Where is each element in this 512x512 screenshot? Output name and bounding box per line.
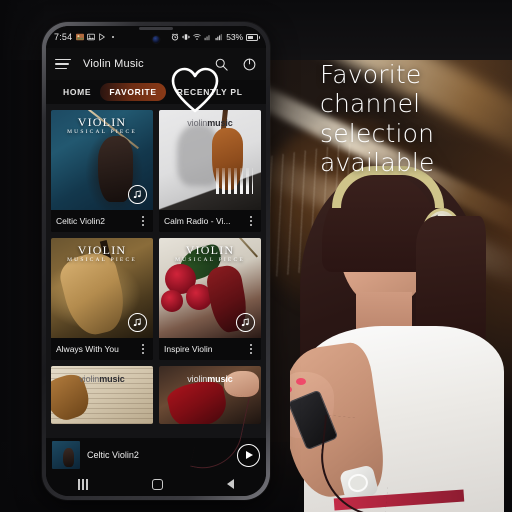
- card-title-row: Inspire Violin: [159, 338, 261, 360]
- tab-home[interactable]: HOME: [54, 83, 100, 101]
- card-partial-sheet-music[interactable]: violinmusic: [51, 366, 153, 424]
- card-artwork: VIOLIN MUSICAL PIECE: [51, 238, 153, 338]
- card-overflow-menu-icon[interactable]: [246, 216, 256, 226]
- alarm-icon: [172, 33, 179, 41]
- recents-icon[interactable]: [78, 478, 88, 490]
- home-icon[interactable]: [152, 478, 163, 490]
- card-inspire-violin[interactable]: VIOLIN MUSICAL PIECE Inspire Violin: [159, 238, 261, 360]
- promo-line-1: Favorite: [320, 60, 422, 89]
- vibrate-icon: [182, 34, 191, 40]
- person-nail-2: [296, 378, 306, 385]
- card-title-row: Calm Radio - Vi...: [159, 210, 261, 232]
- back-icon[interactable]: [227, 479, 234, 489]
- android-navigation-bar: [46, 472, 266, 496]
- app-bar-actions: [214, 57, 257, 72]
- content-area[interactable]: VIOLIN MUSICAL PIECE Celtic Violin2 viol…: [46, 104, 266, 438]
- signal-icon: [204, 35, 210, 41]
- hamburger-icon[interactable]: [55, 58, 71, 70]
- person-listening-photo: [290, 150, 512, 512]
- card-title: Always With You: [56, 344, 119, 354]
- card-always-with-you[interactable]: VIOLIN MUSICAL PIECE Always With You: [51, 238, 153, 360]
- app-title: Violin Music: [83, 58, 144, 70]
- card-artwork: violinmusic: [159, 110, 261, 210]
- card-artwork: VIOLIN MUSICAL PIECE: [159, 238, 261, 338]
- card-overflow-menu-icon[interactable]: [138, 344, 148, 354]
- card-title: Calm Radio - Vi...: [164, 216, 231, 226]
- background-left-shade: [0, 0, 44, 512]
- status-notification-icons: [76, 33, 117, 41]
- now-playing-thumbnail: [52, 441, 80, 469]
- battery-percentage: 53%: [226, 32, 243, 42]
- promo-line-3: selection: [320, 118, 435, 148]
- status-system-icons: 53%: [171, 32, 260, 42]
- music-note-icon: [236, 313, 255, 332]
- card-artwork: VIOLIN MUSICAL PIECE: [51, 110, 153, 210]
- card-artwork: violinmusic: [51, 366, 153, 424]
- card-title: Celtic Violin2: [56, 216, 105, 226]
- promo-text: Favorite channel selection available: [320, 60, 510, 177]
- music-note-icon: [128, 185, 147, 204]
- phone-earpiece: [139, 27, 173, 30]
- card-title: Inspire Violin: [164, 344, 213, 354]
- play-store-icon: [99, 33, 106, 41]
- card-title-row: Always With You: [51, 338, 153, 360]
- card-overflow-menu-icon[interactable]: [246, 344, 256, 354]
- card-title-row: Celtic Violin2: [51, 210, 153, 232]
- battery-icon: [246, 33, 260, 41]
- app-bar: Violin Music: [46, 48, 266, 80]
- status-time: 7:54: [54, 32, 73, 42]
- promo-line-2: channel: [320, 89, 421, 119]
- gallery-icon: [87, 33, 96, 41]
- favorites-grid: VIOLIN MUSICAL PIECE Celtic Violin2 viol…: [46, 104, 266, 360]
- power-icon[interactable]: [242, 57, 257, 72]
- photo-icon: [76, 33, 85, 41]
- music-note-icon: [128, 313, 147, 332]
- card-celtic-violin2[interactable]: VIOLIN MUSICAL PIECE Celtic Violin2: [51, 110, 153, 232]
- tab-favorite[interactable]: FAVORITE: [100, 83, 166, 101]
- dot-icon: [112, 35, 115, 39]
- wifi-icon: [193, 34, 202, 40]
- card-overflow-menu-icon[interactable]: [138, 216, 148, 226]
- play-icon[interactable]: [237, 443, 260, 467]
- artwork-calm: [159, 110, 261, 210]
- card-calm-radio[interactable]: violinmusic Calm Radio - Vi...: [159, 110, 261, 232]
- promo-line-4: available: [320, 147, 435, 177]
- signal-bars-icon: [215, 34, 223, 41]
- phone-front-camera: [151, 35, 161, 44]
- artwork-sheet: [51, 366, 153, 424]
- tab-bar: HOME FAVORITE RECENTLY PL: [46, 80, 266, 104]
- tab-recently-played[interactable]: RECENTLY PL: [168, 83, 252, 101]
- search-icon[interactable]: [214, 57, 229, 72]
